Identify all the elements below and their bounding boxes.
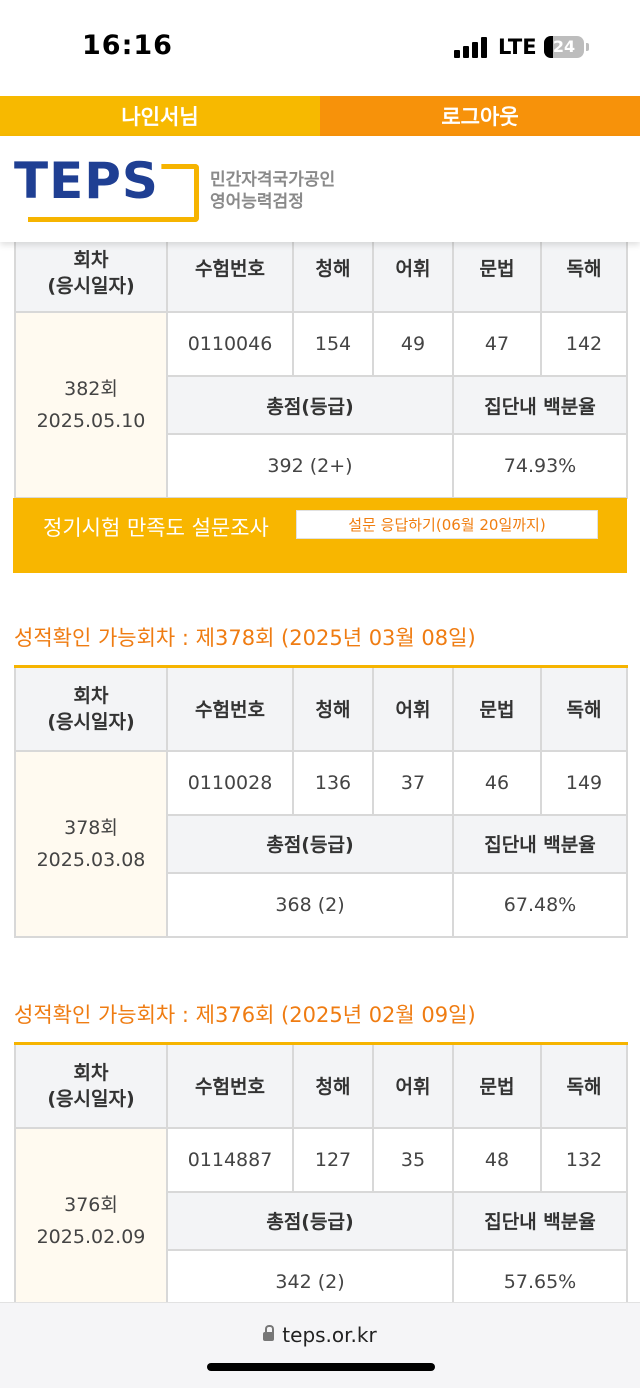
reading-value: 142 [540, 311, 628, 377]
vocabulary-value: 37 [372, 749, 454, 816]
tagline-line2: 영어능력검정 [210, 192, 304, 212]
url-display[interactable]: teps.or.kr [0, 1323, 640, 1347]
exam-no-value: 0110028 [166, 749, 294, 816]
percentile-value: 57.65% [452, 1248, 628, 1302]
percentile-value: 74.93% [452, 433, 628, 499]
round-cell: 378회 2025.03.08 [14, 749, 168, 938]
round-date: 2025.05.10 [36, 410, 146, 432]
listening-value: 127 [292, 1126, 374, 1193]
header-total: 총점(등급) [166, 375, 454, 435]
header-listening: 청해 [292, 1042, 374, 1129]
header-percentile: 집단내 백분율 [452, 813, 628, 874]
header-round-line1: 회차 [73, 248, 109, 271]
section-title: 성적확인 가능회차 : 제378회 (2025년 03월 08일) [14, 626, 476, 650]
percentile-value: 67.48% [452, 871, 628, 938]
header-percentile: 집단내 백분율 [452, 1190, 628, 1251]
header-round-line2: (응시일자) [47, 710, 135, 733]
tagline-line1: 민간자격국가공인 [210, 170, 336, 190]
header-vocabulary: 어휘 [372, 665, 454, 752]
reading-value: 149 [540, 749, 628, 816]
header-grammar: 문법 [452, 1042, 542, 1129]
score-table: 회차 (응시일자) 수험번호 청해 어휘 문법 독해 382회 2025.05.… [14, 242, 628, 499]
header-vocabulary: 어휘 [372, 1042, 454, 1129]
header-vocabulary: 어휘 [372, 242, 454, 313]
score-table: 회차 (응시일자) 수험번호 청해 어휘 문법 독해 376회 2025.02.… [14, 1042, 628, 1302]
survey-title: 정기시험 만족도 설문조사 [43, 516, 269, 540]
logo-text: TEPS [14, 152, 159, 210]
battery-nub [586, 43, 589, 51]
header-exam-no: 수험번호 [166, 1042, 294, 1129]
header-grammar: 문법 [452, 665, 542, 752]
header-grammar: 문법 [452, 242, 542, 313]
url-text: teps.or.kr [282, 1323, 377, 1347]
total-value: 368 (2) [166, 871, 454, 938]
score-table: 회차 (응시일자) 수험번호 청해 어휘 문법 독해 378회 2025.03.… [14, 665, 628, 938]
header-round: 회차 (응시일자) [14, 242, 168, 313]
section-title: 성적확인 가능회차 : 제376회 (2025년 02월 09일) [14, 1003, 476, 1027]
listening-value: 154 [292, 311, 374, 377]
network-label: LTE [498, 35, 537, 59]
header-reading: 독해 [540, 1042, 628, 1129]
teps-logo[interactable]: TEPS [14, 152, 199, 222]
header-round-line2: (응시일자) [47, 1087, 135, 1110]
round-cell: 382회 2025.05.10 [14, 311, 168, 499]
exam-no-value: 0114887 [166, 1126, 294, 1193]
header-exam-no: 수험번호 [166, 242, 294, 313]
header-round-line1: 회차 [73, 1061, 109, 1084]
round-number: 382회 [64, 378, 118, 400]
header-total: 총점(등급) [166, 813, 454, 874]
battery-icon: 24 [544, 36, 584, 58]
grammar-value: 47 [452, 311, 542, 377]
round-cell: 376회 2025.02.09 [14, 1126, 168, 1302]
round-number: 376회 [64, 1193, 118, 1216]
header-round: 회차 (응시일자) [14, 665, 168, 752]
reading-value: 132 [540, 1126, 628, 1193]
header-round-line2: (응시일자) [47, 274, 135, 297]
header-total: 총점(등급) [166, 1190, 454, 1251]
status-time: 16:16 [82, 30, 173, 61]
header-reading: 독해 [540, 242, 628, 313]
logo-tagline: 민간자격국가공인 영어능력검정 [210, 169, 335, 213]
status-bar: 16:16 LTE 24 [0, 0, 640, 96]
header-reading: 독해 [540, 665, 628, 752]
header-listening: 청해 [292, 242, 374, 313]
header-round-line1: 회차 [73, 684, 109, 707]
header-round: 회차 (응시일자) [14, 1042, 168, 1129]
site-header: TEPS 민간자격국가공인 영어능력검정 [0, 136, 640, 242]
lock-icon [263, 1325, 275, 1341]
grammar-value: 46 [452, 749, 542, 816]
survey-banner: 정기시험 만족도 설문조사 설문 응답하기(06월 20일까지) [13, 498, 627, 573]
user-bar: 나인서님 로그아웃 [0, 96, 640, 136]
logout-button[interactable]: 로그아웃 [320, 96, 640, 136]
exam-no-value: 0110046 [166, 311, 294, 377]
total-value: 392 (2+) [166, 433, 454, 499]
round-date: 2025.03.08 [36, 848, 146, 871]
vocabulary-value: 49 [372, 311, 454, 377]
round-date: 2025.02.09 [36, 1225, 146, 1248]
round-number: 378회 [64, 816, 118, 839]
header-listening: 청해 [292, 665, 374, 752]
grammar-value: 48 [452, 1126, 542, 1193]
vocabulary-value: 35 [372, 1126, 454, 1193]
header-percentile: 집단내 백분율 [452, 375, 628, 435]
results-content: 회차 (응시일자) 수험번호 청해 어휘 문법 독해 382회 2025.05.… [0, 242, 640, 1302]
browser-url-bar[interactable]: teps.or.kr [0, 1302, 640, 1388]
battery-level: 24 [552, 37, 576, 56]
user-name-button[interactable]: 나인서님 [0, 96, 320, 136]
header-exam-no: 수험번호 [166, 665, 294, 752]
total-value: 342 (2) [166, 1248, 454, 1302]
signal-icon [454, 36, 492, 58]
listening-value: 136 [292, 749, 374, 816]
home-indicator[interactable] [207, 1363, 435, 1371]
survey-button[interactable]: 설문 응답하기(06월 20일까지) [296, 510, 598, 539]
